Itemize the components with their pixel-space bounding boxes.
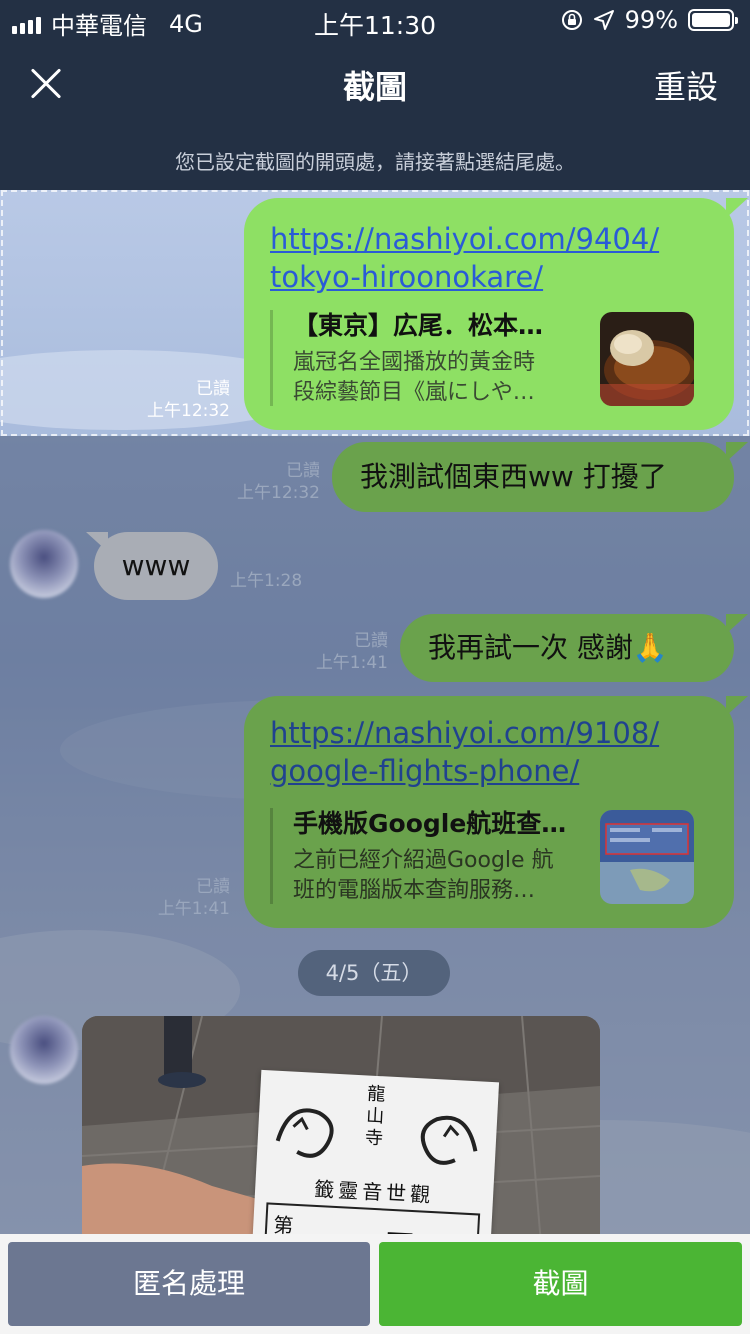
avatar[interactable] bbox=[10, 1016, 78, 1084]
preview-description: 之前已經介紹過Google 航 班的電腦版本查詢服務… bbox=[293, 846, 593, 906]
fortune-number: 一 bbox=[386, 1215, 414, 1234]
message-meta: 已讀 上午12:32 bbox=[237, 460, 320, 504]
photo-message[interactable]: 龍山寺 籤靈音世觀 第 一 bbox=[82, 1016, 600, 1234]
text-message[interactable]: 我再試一次 感謝🙏 bbox=[400, 614, 734, 682]
fortune-row-label: 第 bbox=[272, 1212, 294, 1234]
message-time: 上午1:28 bbox=[230, 571, 303, 591]
reset-button[interactable]: 重設 bbox=[654, 62, 718, 108]
instruction-text: 您已設定截圖的開頭處，請接著點選結尾處。 bbox=[175, 150, 575, 174]
bubble-tail bbox=[726, 614, 748, 634]
temple-name: 龍山寺 bbox=[364, 1083, 386, 1150]
link-url-line[interactable]: google-flights-phone/ bbox=[270, 752, 659, 790]
preview-title: 手機版Google航班查… bbox=[293, 809, 567, 838]
avatar[interactable] bbox=[10, 530, 78, 598]
date-separator: 4/5（五） bbox=[298, 950, 450, 996]
message-meta: 已讀 上午1:41 bbox=[316, 630, 388, 674]
location-icon bbox=[593, 10, 614, 30]
battery-percent: 99% bbox=[624, 6, 678, 34]
link-url[interactable]: https://nashiyoi.com/9108/ google-flight… bbox=[270, 714, 659, 790]
header: 截圖 重設 您已設定截圖的開頭處，請接著點選結尾處。 bbox=[0, 40, 750, 190]
incoming-message[interactable]: www bbox=[94, 532, 218, 600]
link-url-line[interactable]: https://nashiyoi.com/9108/ bbox=[270, 714, 659, 752]
bubble-tail bbox=[726, 442, 748, 462]
message-time: 上午1:41 bbox=[157, 899, 230, 919]
bubble-tail bbox=[726, 696, 748, 716]
selection-border bbox=[1, 190, 749, 436]
preview-description-line: 之前已經介紹過Google 航 bbox=[293, 848, 554, 873]
text-message[interactable]: 我測試個東西ww 打擾了 bbox=[332, 442, 734, 512]
page-title: 截圖 bbox=[342, 68, 407, 106]
screenshot-button[interactable]: 截圖 bbox=[379, 1242, 742, 1326]
anonymize-button[interactable]: 匿名處理 bbox=[8, 1242, 370, 1326]
status-right: 99% bbox=[561, 6, 738, 34]
message-text: 我再試一次 感謝🙏 bbox=[428, 631, 668, 664]
chat-area[interactable]: https://nashiyoi.com/9404/ tokyo-hiroono… bbox=[0, 190, 750, 1234]
preview-thumbnail-map bbox=[600, 810, 694, 904]
message-time: 上午1:41 bbox=[315, 653, 388, 673]
screenshot-app: 中華電信 4G 上午11:30 99% 截圖 重設 您已設定截圖的開頭處，請接著… bbox=[0, 0, 750, 1334]
read-status: 已讀 bbox=[196, 877, 230, 897]
rotation-lock-icon bbox=[561, 10, 582, 30]
bubble-tail bbox=[86, 532, 108, 552]
fortune-paper: 龍山寺 籤靈音世觀 第 一 bbox=[250, 1069, 500, 1234]
message-time: 上午12:32 bbox=[237, 483, 320, 503]
message-text: www bbox=[121, 549, 191, 582]
message-meta: 已讀 上午1:41 bbox=[158, 876, 230, 920]
bottom-action-bar: 匿名處理 截圖 bbox=[0, 1234, 750, 1334]
status-bar: 中華電信 4G 上午11:30 99% bbox=[0, 0, 750, 40]
read-status: 已讀 bbox=[354, 631, 388, 651]
link-message[interactable]: https://nashiyoi.com/9108/ google-flight… bbox=[244, 696, 734, 928]
read-status: 已讀 bbox=[286, 461, 320, 481]
battery-icon bbox=[688, 9, 738, 31]
preview-description-line: 班的電腦版本查詢服務… bbox=[293, 878, 536, 903]
message-text: 我測試個東西ww 打擾了 bbox=[360, 460, 667, 493]
